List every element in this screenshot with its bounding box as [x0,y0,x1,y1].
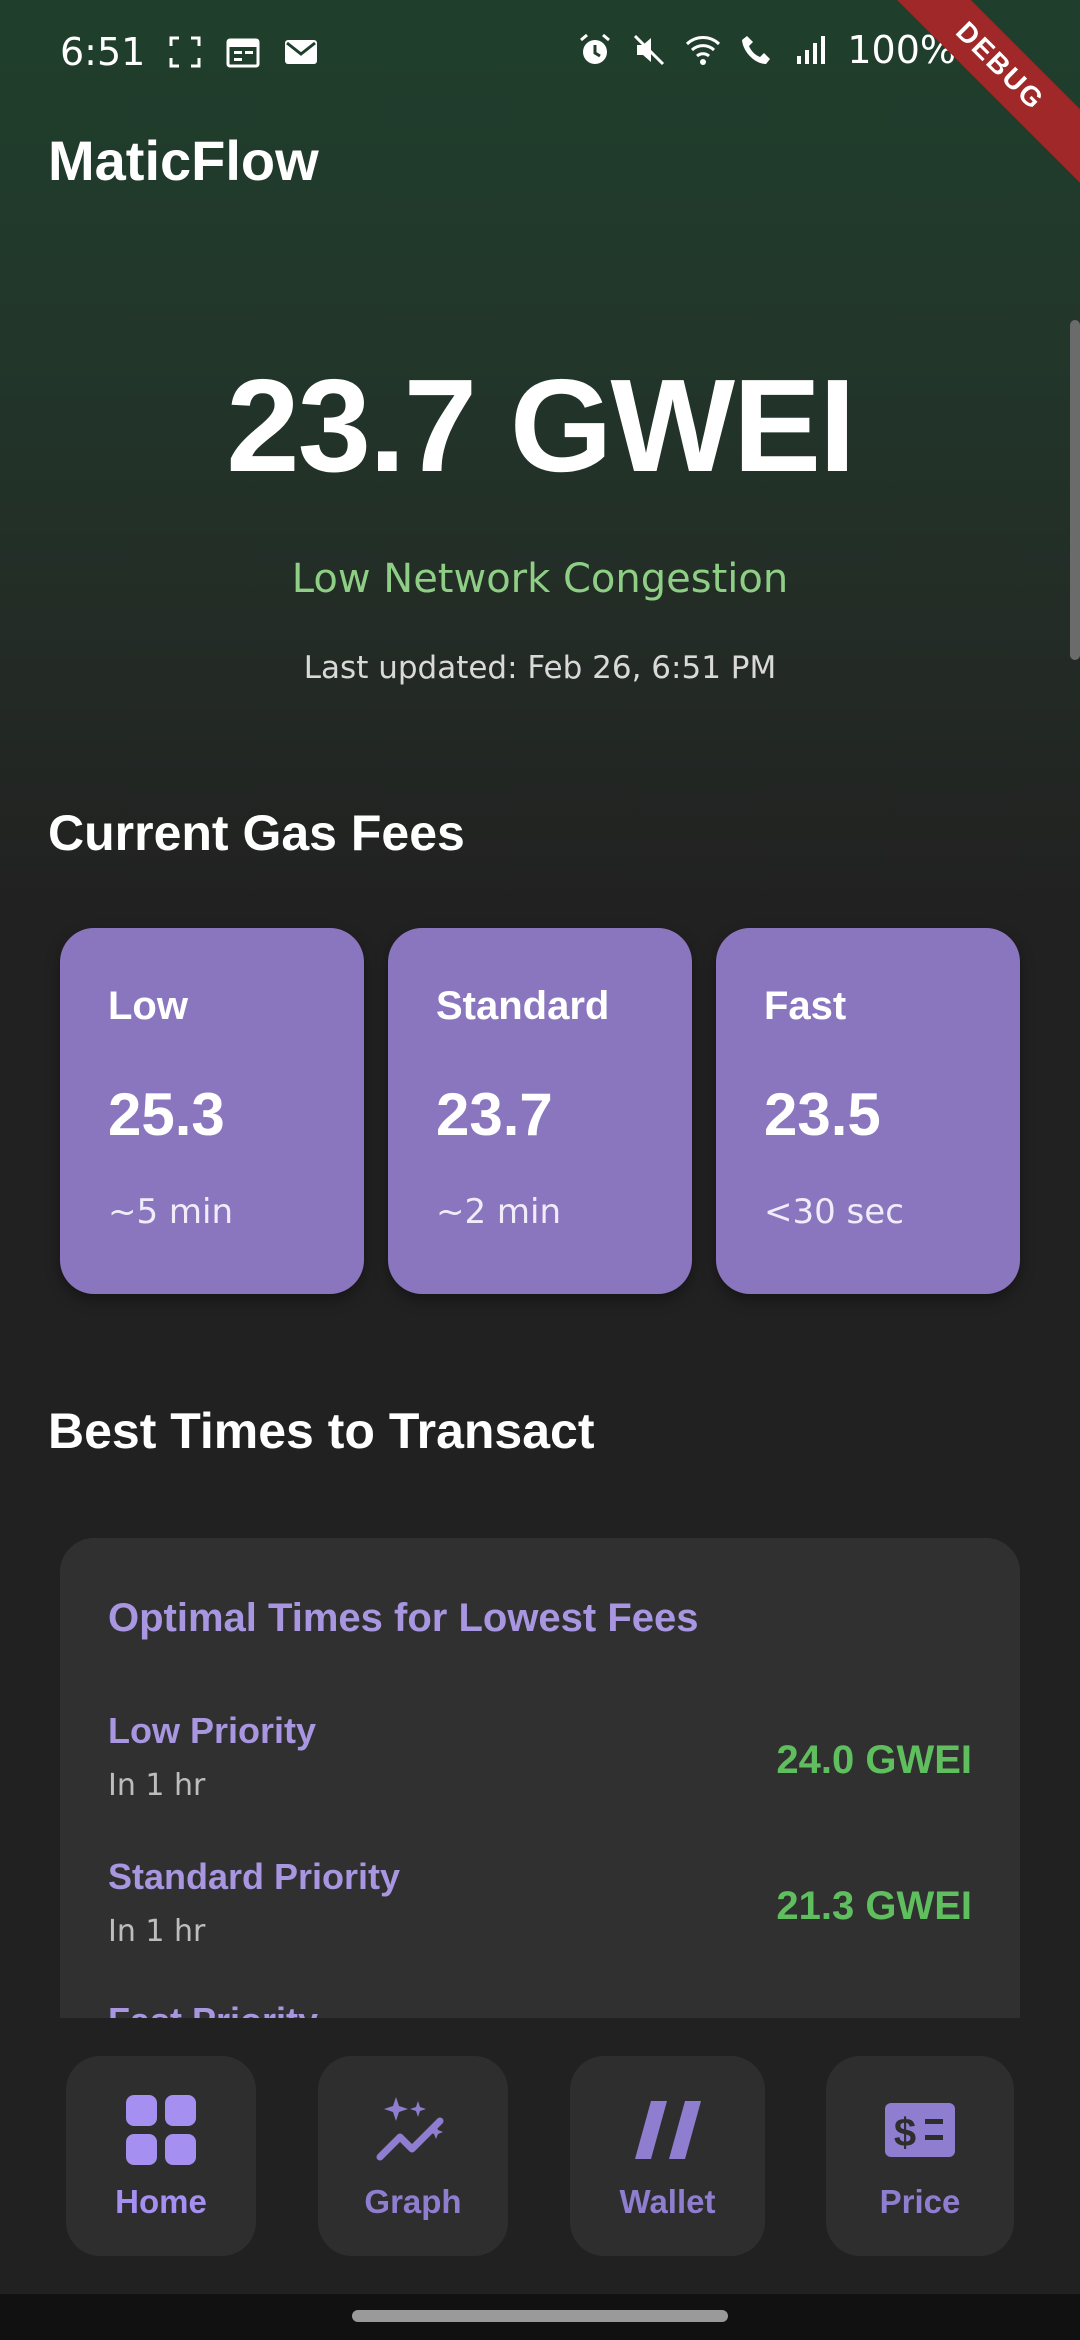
priority-name: Standard Priority [108,1856,401,1897]
status-time: 6:51 [60,30,146,74]
nav-wallet-label: Wallet [619,2183,716,2220]
fee-card-label: Low [108,984,188,1028]
nav-price[interactable]: $ Price [826,2056,1014,2256]
optimal-times-card: Optimal Times for Lowest Fees Low Priori… [60,1538,1020,2018]
priority-name: Low Priority [108,1710,317,1751]
fee-card-value: 23.7 [436,1081,553,1148]
current-gas-fees-heading: Current Gas Fees [48,805,465,861]
app-title: MaticFlow [48,129,319,192]
bottom-navigation: Home Graph Wallet $ Price [0,2018,1080,2294]
fee-card-standard[interactable]: Standard 23.7 ~2 min [388,928,692,1294]
nav-home[interactable]: Home [66,2056,256,2256]
grid-icon [122,2091,200,2169]
fee-card-fast[interactable]: Fast 23.5 <30 sec [716,928,1020,1294]
nav-graph-label: Graph [364,2183,462,2220]
nav-wallet[interactable]: Wallet [570,2056,765,2256]
fee-card-eta: ~5 min [108,1192,234,1232]
nav-graph[interactable]: Graph [318,2056,508,2256]
alarm-icon [577,32,613,68]
wifi-calling-icon [739,32,775,68]
priority-value: 21.3 GWEI [776,1884,972,1928]
mail-icon [283,34,319,70]
priority-time: In 1 hr [108,1768,206,1803]
fee-card-value: 25.3 [108,1081,225,1148]
priority-time: In 1 hr [108,1914,206,1949]
priority-row-standard: Standard Priority In 1 hr 21.3 GWEI [108,1856,972,1966]
current-gas-price: 23.7 GWEI [226,352,856,499]
priority-row-low: Low Priority In 1 hr 24.0 GWEI [108,1710,972,1820]
home-indicator[interactable] [352,2310,728,2322]
nav-home-label: Home [115,2183,207,2220]
polygon-icon [629,2091,707,2169]
wifi-icon [685,32,721,68]
mute-icon [631,32,667,68]
priority-row-fast: Fast Priority [108,2000,972,2018]
priority-value: 24.0 GWEI [776,1738,972,1782]
calendar-icon [225,34,261,70]
congestion-status: Low Network Congestion [291,556,789,602]
best-times-heading: Best Times to Transact [48,1403,595,1459]
svg-text:$: $ [894,2111,916,2155]
fee-cards: Low 25.3 ~5 min Standard 23.7 ~2 min Fas… [60,928,1020,1294]
fee-card-label: Standard [436,984,610,1028]
trend-sparkle-icon [374,2091,452,2169]
fee-card-eta: ~2 min [436,1192,562,1232]
priority-name: Fast Priority [108,2000,318,2018]
dollar-ticket-icon: $ [881,2091,959,2169]
fee-card-eta: <30 sec [764,1192,904,1232]
nav-price-label: Price [879,2183,961,2220]
fee-card-label: Fast [764,984,847,1028]
optimal-times-title: Optimal Times for Lowest Fees [108,1596,699,1640]
fee-card-low[interactable]: Low 25.3 ~5 min [60,928,364,1294]
last-updated-text: Last updated: Feb 26, 6:51 PM [303,650,777,686]
signal-icon [793,32,829,68]
screenshot-icon [167,34,203,70]
fee-card-value: 23.5 [764,1081,881,1148]
